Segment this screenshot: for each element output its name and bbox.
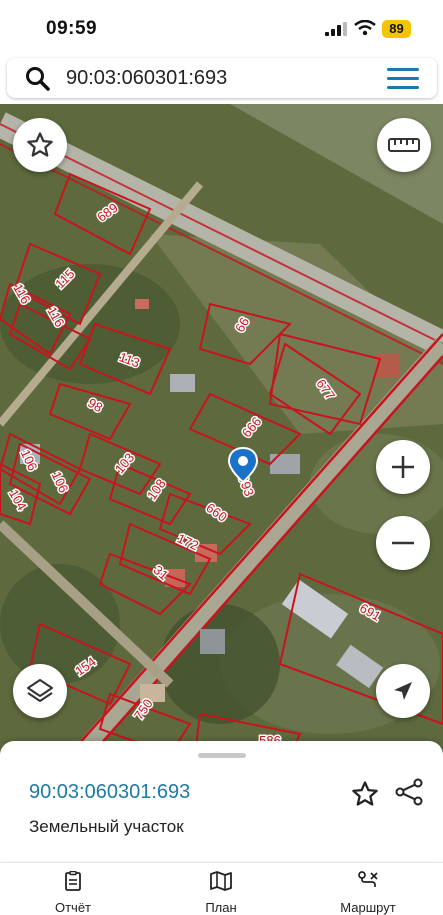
- route-icon: [358, 871, 378, 887]
- plus-icon: [392, 456, 414, 478]
- star-icon: [27, 132, 53, 157]
- report-icon: [65, 870, 81, 891]
- map-view[interactable]: 689 115 116 116 113 66 677 98 666 106 10…: [0, 104, 443, 754]
- zoom-out-button[interactable]: [376, 516, 430, 570]
- layers-icon: [27, 679, 53, 702]
- search-input[interactable]: 90:03:060301:693: [66, 67, 227, 90]
- layers-button[interactable]: [13, 664, 67, 718]
- search-icon[interactable]: [25, 66, 51, 92]
- wifi-icon: [354, 20, 376, 36]
- parcel-type: Земельный участок: [29, 817, 184, 836]
- status-bar: 09:59 89: [0, 0, 443, 56]
- bottom-tab-bar: Отчёт План Маршрут: [0, 862, 443, 915]
- measure-ruler-button[interactable]: [377, 118, 431, 172]
- share-icon[interactable]: [394, 777, 424, 807]
- my-location-button[interactable]: [376, 664, 430, 718]
- status-time: 09:59: [46, 18, 98, 39]
- search-bar[interactable]: 90:03:060301:693: [7, 58, 437, 98]
- parcel-info-sheet[interactable]: 90:03:060301:693 Земельный участок: [0, 741, 443, 861]
- star-icon[interactable]: [350, 779, 380, 809]
- favorite-map-button[interactable]: [13, 118, 67, 172]
- tab-report-label: Отчёт: [54, 900, 92, 915]
- tab-route-label: Маршрут: [340, 900, 396, 915]
- tab-plan[interactable]: План: [171, 871, 271, 915]
- ruler-icon: [388, 138, 420, 152]
- menu-icon[interactable]: [387, 68, 421, 90]
- zoom-in-button[interactable]: [376, 440, 430, 494]
- minus-icon: [392, 541, 414, 545]
- tab-route[interactable]: Маршрут: [318, 871, 418, 915]
- signal-icon: [325, 22, 347, 36]
- navigation-arrow-icon: [394, 682, 412, 700]
- tab-report[interactable]: Отчёт: [23, 870, 123, 915]
- sheet-drag-handle[interactable]: [198, 753, 246, 758]
- map-icon: [210, 871, 232, 891]
- parcel-cadastral-number: 90:03:060301:693: [29, 781, 191, 803]
- satellite-map[interactable]: 689 115 116 116 113 66 677 98 666 106 10…: [0, 104, 443, 754]
- battery-indicator: 89: [382, 20, 411, 38]
- tab-plan-label: План: [205, 900, 237, 915]
